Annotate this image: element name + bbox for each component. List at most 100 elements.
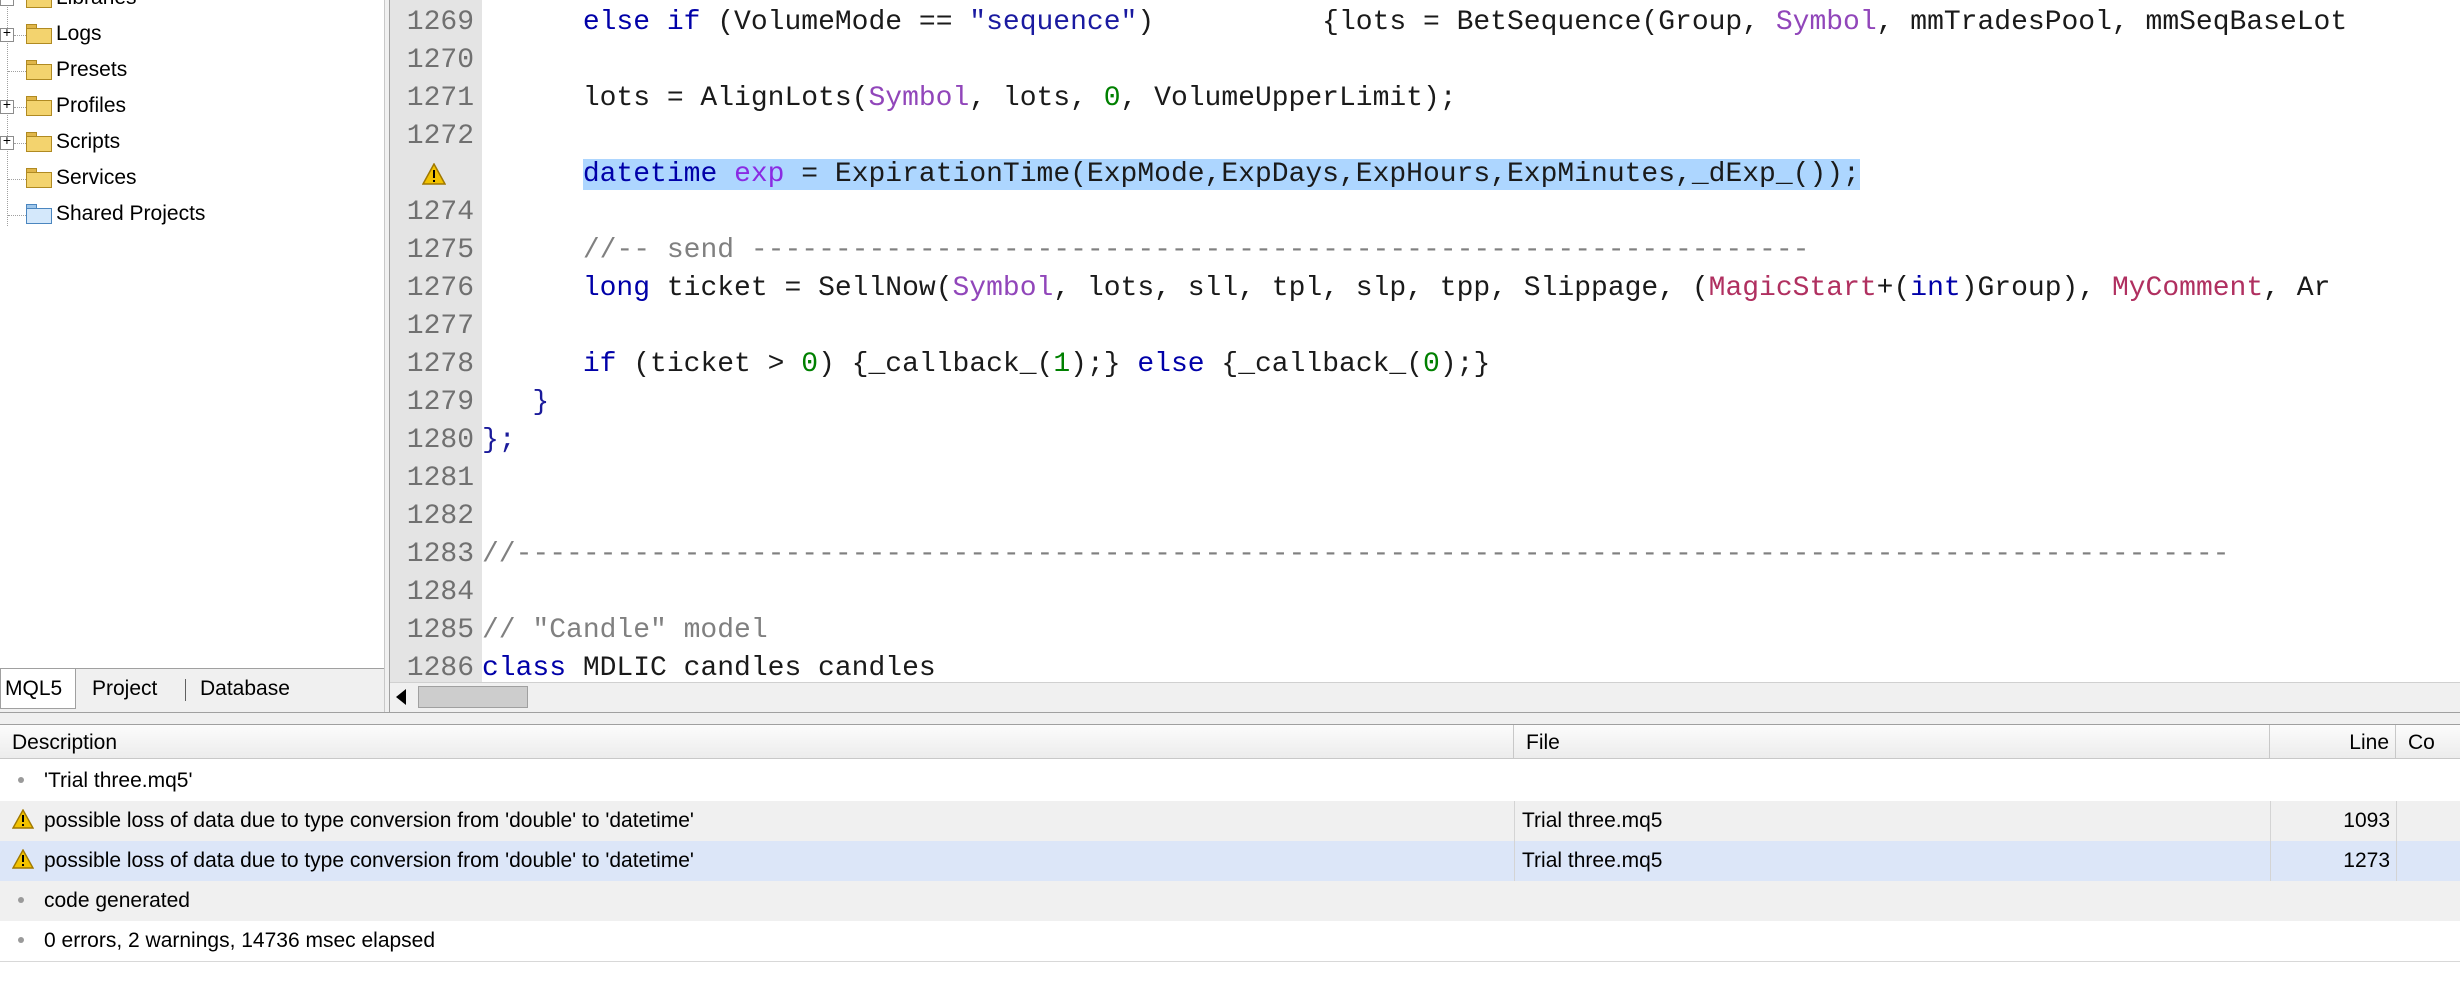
code-line[interactable]: else if (VolumeMode == "sequence") {lots… <box>482 4 2347 42</box>
comment: //--------------------------------------… <box>482 539 2230 570</box>
selection-highlight: datetime exp = ExpirationTime(ExpMode,Ex… <box>582 159 1860 190</box>
tree-item-shared-projects[interactable]: Shared Projects <box>0 198 384 234</box>
line-number: 1272 <box>406 121 474 152</box>
list-divider <box>0 961 2460 962</box>
scrollbar-thumb[interactable] <box>418 686 528 708</box>
line-number: 1286 <box>406 653 474 682</box>
tree-item-label: Services <box>56 166 137 189</box>
predefined-variable: Symbol <box>1775 7 1877 38</box>
tree-item-label: Logs <box>56 22 102 45</box>
navigator-tabs: MQL5 Project Database <box>0 668 384 712</box>
tree-item-label: Libraries <box>56 0 137 10</box>
brace: } <box>482 387 550 418</box>
tab-separator <box>185 679 186 701</box>
expand-icon[interactable]: + <box>0 27 14 42</box>
brace: }; <box>482 425 516 456</box>
code-line[interactable]: long ticket = SellNow(Symbol, lots, sll,… <box>482 270 2331 308</box>
bullet-icon <box>18 937 24 943</box>
line-number: 1274 <box>406 197 474 228</box>
tab-mql5[interactable]: MQL5 <box>0 669 76 709</box>
input-variable: MyComment <box>2111 273 2264 304</box>
keyword: class <box>482 653 567 682</box>
comment: //-- send ------------------------------… <box>582 235 1810 266</box>
column-header-description[interactable]: Description <box>0 725 1514 759</box>
message-row[interactable]: code generated <box>0 881 2460 921</box>
message-file: Trial three.mq5 <box>1522 809 1663 832</box>
tree-item-logs[interactable]: + Logs <box>0 18 384 54</box>
line-number: 1282 <box>406 501 474 532</box>
message-description: possible loss of data due to type conver… <box>44 849 694 872</box>
line-number-gutter: 1269 1270 1271 1272 1274 1275 1276 1277 … <box>390 0 482 682</box>
code-line[interactable]: //-- send ------------------------------… <box>482 232 1810 270</box>
line-number: 1269 <box>406 7 474 38</box>
message-description: 'Trial three.mq5' <box>44 769 193 792</box>
number-literal: 1 <box>1053 349 1071 380</box>
code-editor[interactable]: 1269 1270 1271 1272 1274 1275 1276 1277 … <box>390 0 2460 682</box>
code-line[interactable]: // "Candle" model <box>482 612 768 650</box>
tree-item-label: Profiles <box>56 94 127 117</box>
input-variable: MagicStart <box>1708 273 1877 304</box>
column-header-column[interactable]: Co <box>2396 725 2460 759</box>
message-file: Trial three.mq5 <box>1522 849 1663 872</box>
number-literal: 0 <box>801 349 819 380</box>
code-line[interactable]: class MDLIC candles candles <box>482 650 936 682</box>
number-literal: 0 <box>1103 83 1121 114</box>
folder-icon <box>26 132 52 152</box>
message-row-warning-selected[interactable]: possible loss of data due to type conver… <box>0 841 2460 881</box>
expand-icon[interactable]: + <box>0 135 14 150</box>
predefined-variable: Symbol <box>952 273 1054 304</box>
folder-icon <box>26 0 52 8</box>
predefined-variable: Symbol <box>868 83 970 114</box>
horizontal-scrollbar[interactable] <box>390 682 2460 712</box>
message-row-warning[interactable]: possible loss of data due to type conver… <box>0 801 2460 841</box>
navigator-panel: + Libraries + Logs Presets + Profiles + … <box>0 0 384 712</box>
folder-icon <box>26 168 52 188</box>
tree-item-profiles[interactable]: + Profiles <box>0 90 384 126</box>
folder-icon <box>26 96 52 116</box>
line-number: 1278 <box>406 349 474 380</box>
message-row[interactable]: 0 errors, 2 warnings, 14736 msec elapsed <box>0 921 2460 961</box>
message-line: 1273 <box>2343 849 2390 872</box>
horizontal-splitter[interactable] <box>0 712 2460 724</box>
scroll-left-icon[interactable] <box>396 689 406 705</box>
column-header-file[interactable]: File <box>1514 725 2270 759</box>
code-line[interactable]: if (ticket > 0) {_callback_(1);} else {_… <box>482 346 1490 384</box>
code-line[interactable]: }; <box>482 422 516 460</box>
keyword: int <box>1910 273 1961 304</box>
message-row[interactable]: 'Trial three.mq5' <box>0 761 2460 801</box>
tree-item-libraries[interactable]: + Libraries <box>0 0 384 18</box>
line-number: 1270 <box>406 45 474 76</box>
message-line: 1093 <box>2343 809 2390 832</box>
code-line[interactable]: //--------------------------------------… <box>482 536 2229 574</box>
line-number: 1275 <box>406 235 474 266</box>
line-number: 1276 <box>406 273 474 304</box>
expand-icon[interactable]: + <box>0 99 14 114</box>
tree-item-services[interactable]: Services <box>0 162 384 198</box>
tree-item-presets[interactable]: Presets <box>0 54 384 90</box>
line-number: 1284 <box>406 577 474 608</box>
column-header-line[interactable]: Line <box>2270 725 2396 759</box>
message-description: code generated <box>44 889 190 912</box>
errors-panel: Description File Line Co 'Trial three.mq… <box>0 724 2460 986</box>
line-number: 1277 <box>406 311 474 342</box>
shared-folder-icon <box>26 204 52 224</box>
tab-database[interactable]: Database <box>196 669 298 709</box>
line-number: 1280 <box>406 425 474 456</box>
warning-icon <box>12 849 34 869</box>
folder-icon <box>26 24 52 44</box>
keyword: if <box>582 349 617 380</box>
code-line-selected[interactable]: datetime exp = ExpirationTime(ExpMode,Ex… <box>482 156 1860 194</box>
comment: // "Candle" model <box>482 615 768 646</box>
keyword: datetime <box>582 159 718 190</box>
tree-item-scripts[interactable]: + Scripts <box>0 126 384 162</box>
code-line[interactable]: } <box>482 384 549 422</box>
code-line[interactable]: lots = AlignLots(Symbol, lots, 0, Volume… <box>482 80 1457 118</box>
errors-table-header: Description File Line Co <box>0 725 2460 759</box>
expand-icon[interactable]: + <box>0 0 14 6</box>
string-literal: "sequence" <box>969 7 1138 38</box>
tab-project[interactable]: Project <box>88 669 165 709</box>
identifier: exp <box>734 159 785 190</box>
bullet-icon <box>18 777 24 783</box>
keyword: long <box>582 273 651 304</box>
warning-icon <box>422 163 446 185</box>
